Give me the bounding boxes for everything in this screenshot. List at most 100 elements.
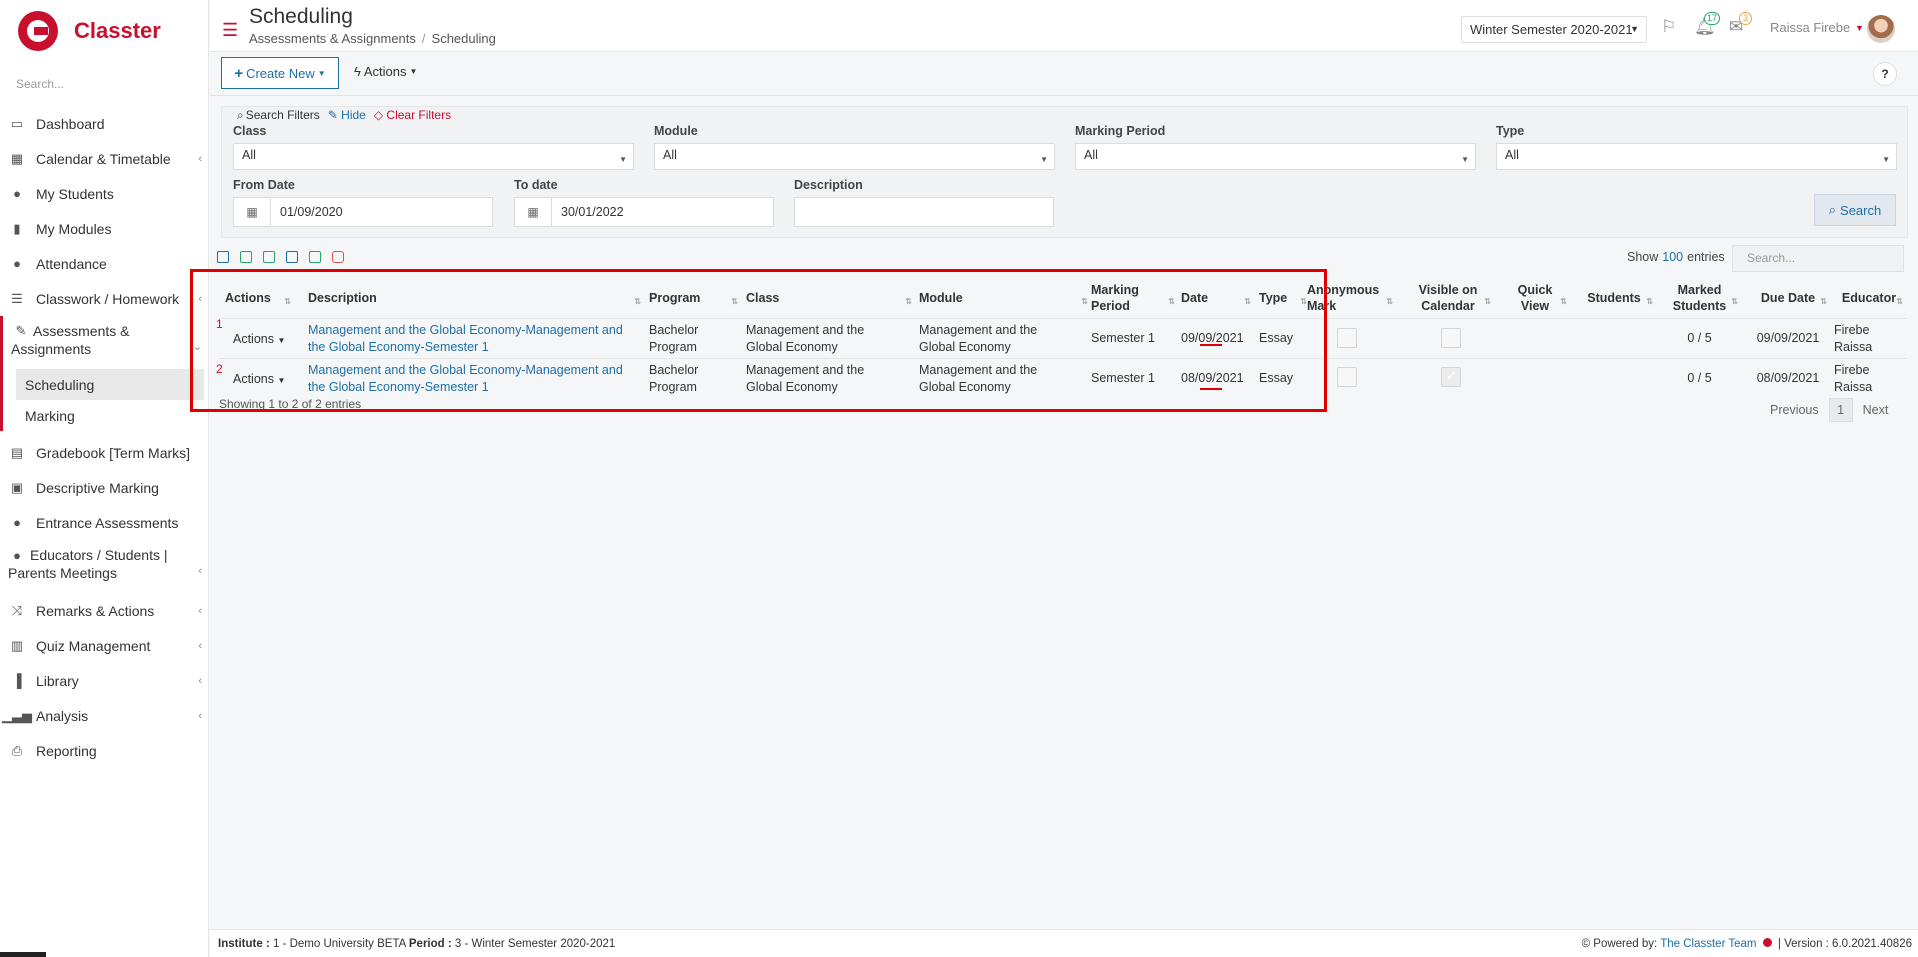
excel-icon[interactable]: [240, 251, 252, 263]
sidebar-item-label: Quiz Management: [36, 637, 151, 654]
period-value: 3 - Winter Semester 2020-2021: [454, 938, 616, 950]
header-quick-view[interactable]: Quick View ⇅: [1499, 279, 1571, 317]
sidebar-item-remarks[interactable]: ⤨ Remarks & Actions ‹: [0, 593, 208, 628]
visible-on-calendar-checkbox[interactable]: [1441, 328, 1461, 348]
envelope-icon[interactable]: ✉ 3: [1729, 12, 1752, 37]
sidebar-item-descriptive-marking[interactable]: ▣ Descriptive Marking: [0, 470, 208, 505]
annotation-row-number: 2: [216, 362, 223, 376]
header-marking-period[interactable]: Marking Period ⇅: [1091, 279, 1179, 317]
create-new-button[interactable]: + Create New ▼: [221, 57, 339, 89]
sidebar-item-analysis[interactable]: ▁▃▅ Analysis ‹: [0, 698, 208, 733]
sidebar-item-entrance-assessments[interactable]: ● Entrance Assessments: [0, 505, 208, 540]
show-entries: Show 100 entries: [1627, 250, 1725, 264]
check-icon[interactable]: [309, 251, 321, 263]
sidebar-item-calendar[interactable]: ▦ Calendar & Timetable ‹: [0, 141, 208, 176]
caret-down-icon: ▼: [1040, 155, 1048, 164]
description-link[interactable]: Management and the Global Economy-Manage…: [308, 362, 624, 396]
sidebar-item-my-modules[interactable]: ▮ My Modules: [0, 211, 208, 246]
copy-icon[interactable]: [286, 251, 298, 263]
pagination: Previous 1 Next: [1770, 398, 1888, 422]
help-button[interactable]: ?: [1873, 62, 1897, 86]
stop-icon[interactable]: [332, 251, 344, 263]
message-badge: 3: [1739, 12, 1752, 25]
users-icon: ●: [13, 186, 21, 201]
print-icon[interactable]: [217, 251, 229, 263]
hide-filters-link[interactable]: ✎ Hide: [328, 108, 366, 123]
caret-down-icon[interactable]: ▼: [1855, 23, 1864, 33]
sort-icon: ⇅: [1081, 297, 1088, 306]
sidebar-item-gradebook[interactable]: ▤ Gradebook [Term Marks]: [0, 435, 208, 470]
next-page-button[interactable]: Next: [1863, 403, 1889, 417]
calendar-icon[interactable]: ▦: [515, 198, 552, 226]
avatar[interactable]: [1867, 15, 1895, 43]
sidebar-item-label: Analysis: [36, 707, 89, 724]
header-module[interactable]: Module ⇅: [919, 279, 1092, 317]
module-select[interactable]: All ▼: [654, 143, 1055, 170]
header-due-date[interactable]: Due Date ⇅: [1745, 279, 1831, 317]
type-select[interactable]: All ▼: [1496, 143, 1897, 170]
marking-period-label: Marking Period: [1075, 124, 1166, 138]
description-input[interactable]: [794, 197, 1054, 227]
to-date-field[interactable]: ▦ 30/01/2022: [514, 197, 774, 227]
bell-icon[interactable]: 🔔︎ 17: [1694, 12, 1721, 37]
row-actions-dropdown[interactable]: Actions ▼: [233, 332, 285, 346]
sidebar-item-library[interactable]: ▐ Library ‹: [0, 663, 208, 698]
breadcrumb-item: Scheduling: [431, 31, 496, 46]
header-type[interactable]: Type ⇅: [1259, 279, 1311, 317]
anonymous-mark-checkbox[interactable]: [1337, 328, 1357, 348]
entries-count-select[interactable]: 100: [1662, 250, 1683, 264]
sidebar-item-assessments[interactable]: ✎ Assessments & Assignments ⌄: [0, 316, 208, 369]
semester-select[interactable]: Winter Semester 2020-2021 ▼: [1461, 16, 1647, 43]
to-date-label: To date: [514, 178, 558, 192]
sidebar-item-label: Gradebook [Term Marks]: [36, 444, 191, 461]
header-description[interactable]: Description ⇅: [308, 279, 645, 317]
header-date[interactable]: Date ⇅: [1181, 279, 1255, 317]
sidebar-item-my-students[interactable]: ● My Students: [0, 176, 208, 211]
sidebar-item-attendance[interactable]: ● Attendance: [0, 246, 208, 281]
header-visible-on-calendar[interactable]: Visible on Calendar ⇅: [1401, 279, 1495, 317]
table-search-input[interactable]: Search...: [1732, 245, 1904, 272]
library-icon: ▐: [12, 673, 22, 688]
logo[interactable]: Classter: [0, 0, 208, 62]
sidebar-subitem-scheduling[interactable]: Scheduling: [16, 369, 204, 400]
header-class[interactable]: Class ⇅: [746, 279, 916, 317]
breadcrumb-item[interactable]: Assessments & Assignments: [249, 31, 416, 46]
class-select[interactable]: All ▼: [233, 143, 634, 170]
to-date-value: 30/01/2022: [561, 205, 624, 219]
team-link[interactable]: The Classter Team: [1660, 938, 1756, 950]
actions-dropdown[interactable]: ϟ Actions ▼: [354, 64, 417, 79]
search-button[interactable]: ⌕ Search: [1814, 194, 1896, 226]
clear-filters-link[interactable]: ◇ Clear Filters: [374, 108, 451, 123]
sort-icon: ⇅: [1484, 297, 1491, 306]
header-anonymous-mark[interactable]: Anonymous Mark ⇅: [1307, 279, 1397, 317]
sidebar-item-quiz[interactable]: ▥ Quiz Management ‹: [0, 628, 208, 663]
from-date-field[interactable]: ▦ 01/09/2020: [233, 197, 493, 227]
hamburger-menu-icon[interactable]: ☰: [222, 20, 238, 41]
calendar-icon[interactable]: ▦: [234, 198, 271, 226]
csv-icon[interactable]: [263, 251, 275, 263]
sidebar-item-reporting[interactable]: ⎙ Reporting: [0, 733, 208, 768]
sidebar-item-label: Reporting: [36, 742, 97, 759]
header-program[interactable]: Program ⇅: [649, 279, 742, 317]
sidebar-item-meetings[interactable]: ● Educators / Students | Parents Meeting…: [0, 540, 208, 593]
header-educator[interactable]: Educator ⇅: [1831, 279, 1907, 317]
visible-on-calendar-checkbox[interactable]: [1441, 367, 1461, 387]
row-actions-dropdown[interactable]: Actions ▼: [233, 372, 285, 386]
header-marked-students[interactable]: Marked Students ⇅: [1657, 279, 1742, 317]
previous-page-button[interactable]: Previous: [1770, 403, 1819, 417]
bolt-icon: ϟ: [354, 64, 361, 79]
date-cell: 08/09/2021: [1181, 371, 1244, 385]
anonymous-mark-checkbox[interactable]: [1337, 367, 1357, 387]
sidebar-item-dashboard[interactable]: ▭ Dashboard: [0, 106, 208, 141]
sidebar-search-input[interactable]: Search...: [0, 62, 208, 106]
header-label: Date: [1181, 291, 1209, 305]
page-button[interactable]: 1: [1828, 398, 1853, 422]
class-value: All: [242, 148, 256, 162]
marking-period-select[interactable]: All ▼: [1075, 143, 1476, 170]
sidebar-item-classwork[interactable]: ☰ Classwork / Homework ‹: [0, 281, 208, 316]
user-name[interactable]: Raissa Firebe: [1770, 20, 1850, 35]
sidebar-subitem-marking[interactable]: Marking: [0, 400, 208, 431]
header-students[interactable]: Students ⇅: [1571, 279, 1657, 317]
description-link[interactable]: Management and the Global Economy-Manage…: [308, 322, 624, 356]
flag-icon[interactable]: ⚐: [1661, 17, 1676, 37]
